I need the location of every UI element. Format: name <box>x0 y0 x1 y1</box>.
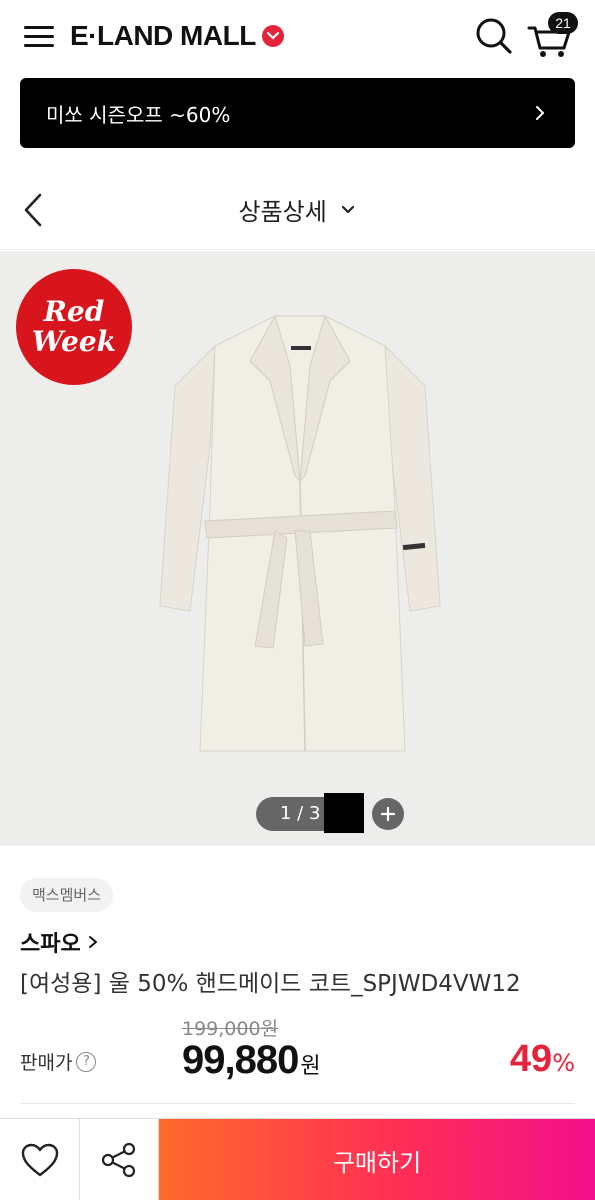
top-header: E·LAND MALL 21 <box>0 0 595 72</box>
original-price: 199,000원 <box>182 1018 279 1040</box>
membership-tag: 맥스멤버스 <box>20 878 114 912</box>
image-pager: 1 / 3 <box>256 793 405 833</box>
product-name: [여성용] 울 50% 핸드메이드 코트_SPJWD4VW12 <box>20 971 521 997</box>
brand-link[interactable]: 스파오 <box>20 926 99 958</box>
logo-heart-icon <box>261 25 284 47</box>
question-icon[interactable]: ? <box>76 1051 97 1072</box>
chevron-down-icon <box>342 205 355 213</box>
bottom-action-bar: 구매하기 <box>0 1118 595 1200</box>
brand-name: 스파오 <box>20 932 81 957</box>
buy-button[interactable]: 구매하기 <box>159 1119 595 1200</box>
cart-button[interactable]: 21 <box>526 12 578 58</box>
discount-rate: 49 % <box>510 1038 575 1081</box>
product-image-gallery[interactable]: Red Week 1 / 3 <box>0 251 595 846</box>
share-button[interactable] <box>80 1119 159 1200</box>
product-detail-header: 상품상세 <box>0 170 595 250</box>
menu-icon[interactable] <box>24 24 56 48</box>
price-label-group: 판매가 ? <box>20 1048 97 1075</box>
sale-price-value: 99,880 <box>182 1038 299 1082</box>
chevron-right-icon <box>536 106 544 120</box>
discount-value: 49 <box>509 1038 553 1080</box>
promo-text: 미쏘 시즌오프 ~60% <box>46 102 231 127</box>
badge-line1: Red <box>43 295 105 328</box>
wishlist-button[interactable] <box>0 1119 80 1200</box>
search-icon[interactable] <box>474 16 514 56</box>
divider <box>20 1103 575 1104</box>
heart-icon <box>21 1143 58 1177</box>
share-icon <box>101 1142 136 1178</box>
cart-count-badge: 21 <box>548 12 578 34</box>
red-week-badge: Red Week <box>16 269 132 385</box>
price-label: 판매가 <box>20 1052 73 1074</box>
logo-text: E·LAND MALL <box>70 20 256 51</box>
eland-mall-logo[interactable]: E·LAND MALL <box>70 18 284 54</box>
page-title: 상품상세 <box>238 198 327 226</box>
discount-unit: % <box>552 1049 575 1077</box>
badge-line2: Week <box>31 325 117 358</box>
sale-price-unit: 원 <box>300 1054 321 1079</box>
promo-banner[interactable]: 미쏘 시즌오프 ~60% <box>20 78 575 148</box>
pager-overlay <box>324 793 365 833</box>
sale-price: 99,880 원 <box>182 1038 321 1083</box>
chevron-right-icon <box>88 936 97 948</box>
plus-icon[interactable] <box>372 798 405 830</box>
product-image-coat <box>159 314 441 752</box>
page-title-dropdown[interactable]: 상품상세 <box>0 192 595 227</box>
